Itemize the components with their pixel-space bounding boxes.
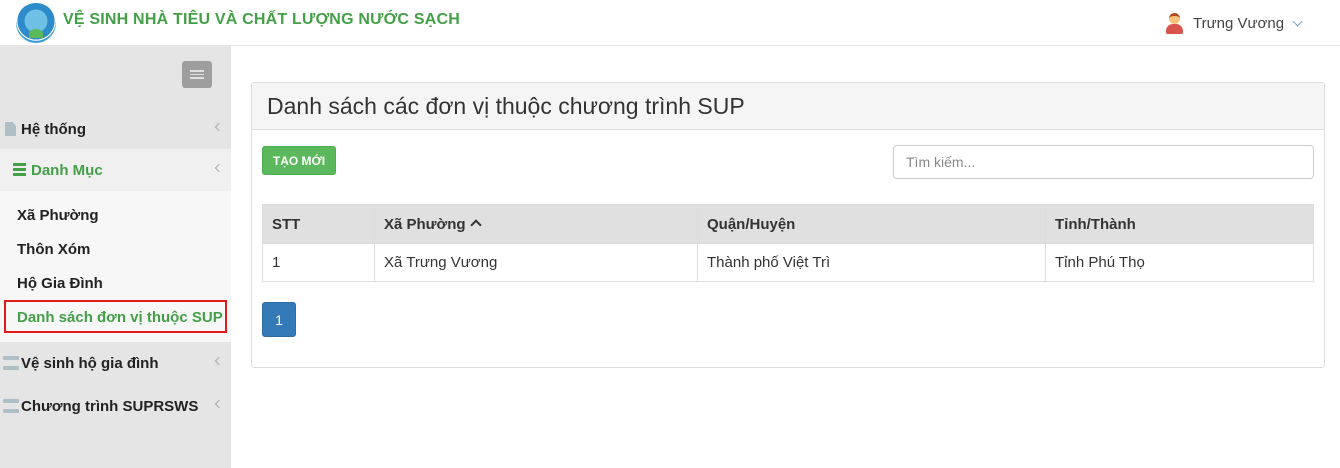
table-cell: 1 xyxy=(262,243,375,282)
table-row[interactable]: 1 Xã Trưng Vương Thành phố Việt Trì Tỉnh… xyxy=(262,243,1314,282)
chevron-left-icon xyxy=(214,356,224,366)
column-header-ward[interactable]: Xã Phường xyxy=(374,204,698,244)
column-header-province[interactable]: Tỉnh/Thành xyxy=(1045,204,1314,244)
submenu-item-sup-units[interactable]: Danh sách đơn vị thuộc SUP xyxy=(4,300,227,333)
document-icon xyxy=(5,122,16,136)
submenu-item-wards[interactable]: Xã Phường xyxy=(17,207,99,224)
sidebar-item-system[interactable]: Hệ thống xyxy=(0,108,231,150)
sidebar-item-label: Vệ sinh hộ gia đình xyxy=(21,354,159,372)
list-icon xyxy=(13,163,26,176)
submenu-item-households[interactable]: Hộ Gia Đình xyxy=(17,275,103,292)
sidebar-item-household-hygiene[interactable]: Vệ sinh hộ gia đình xyxy=(0,342,231,384)
chevron-left-icon xyxy=(214,122,224,132)
user-name: Trưng Vương xyxy=(1193,14,1285,32)
user-avatar-icon xyxy=(1163,12,1185,34)
table-header-row: STT Xã Phường Quận/Huyện Tỉnh/Thành xyxy=(262,204,1314,244)
server-icon xyxy=(3,356,19,370)
top-header: VỆ SINH NHÀ TIÊU VÀ CHẤT LƯỢNG NƯỚC SẠCH… xyxy=(0,0,1340,46)
table-cell: Xã Trưng Vương xyxy=(374,243,698,282)
submenu-item-hamlets[interactable]: Thôn Xóm xyxy=(17,241,90,258)
sidebar-item-label: Chương trình SUPRSWS xyxy=(21,397,199,415)
main-panel: Danh sách các đơn vị thuộc chương trình … xyxy=(251,82,1325,368)
column-header-stt[interactable]: STT xyxy=(262,204,375,244)
create-new-button[interactable]: TẠO MỚI xyxy=(262,146,336,175)
sidebar-item-suprsws[interactable]: Chương trình SUPRSWS xyxy=(0,385,231,427)
column-header-district[interactable]: Quận/Huyện xyxy=(697,204,1046,244)
user-menu[interactable]: Trưng Vương xyxy=(1163,12,1303,34)
submenu-item-label: Danh sách đơn vị thuộc SUP xyxy=(17,309,223,326)
sidebar-item-label: Hệ thống xyxy=(21,120,86,138)
table-cell: Tỉnh Phú Thọ xyxy=(1045,243,1314,282)
panel-header: Danh sách các đơn vị thuộc chương trình … xyxy=(252,83,1324,130)
table-cell: Thành phố Việt Trì xyxy=(697,243,1046,282)
search-input[interactable] xyxy=(893,145,1314,179)
app-logo-icon[interactable] xyxy=(16,3,56,43)
sidebar-item-catalog[interactable]: Danh Mục xyxy=(0,149,231,191)
sidebar-toggle-button[interactable] xyxy=(182,61,212,88)
catalog-submenu: Xã Phường Thôn Xóm Hộ Gia Đình Danh sách… xyxy=(0,191,231,342)
sidebar: Hệ thống Danh Mục Xã Phường Thôn Xóm Hộ … xyxy=(0,46,231,468)
page-title: Danh sách các đơn vị thuộc chương trình … xyxy=(267,93,745,119)
server-icon xyxy=(3,399,19,413)
app-title[interactable]: VỆ SINH NHÀ TIÊU VÀ CHẤT LƯỢNG NƯỚC SẠCH xyxy=(63,11,460,29)
chevron-down-icon xyxy=(1292,16,1303,26)
sort-ascending-icon xyxy=(469,218,482,231)
chevron-left-icon xyxy=(214,163,224,173)
sidebar-item-label: Danh Mục xyxy=(31,161,103,179)
chevron-left-icon xyxy=(214,399,224,409)
pagination-page-button[interactable]: 1 xyxy=(262,302,296,337)
units-table: STT Xã Phường Quận/Huyện Tỉnh/Thành 1 Xã… xyxy=(262,204,1314,282)
